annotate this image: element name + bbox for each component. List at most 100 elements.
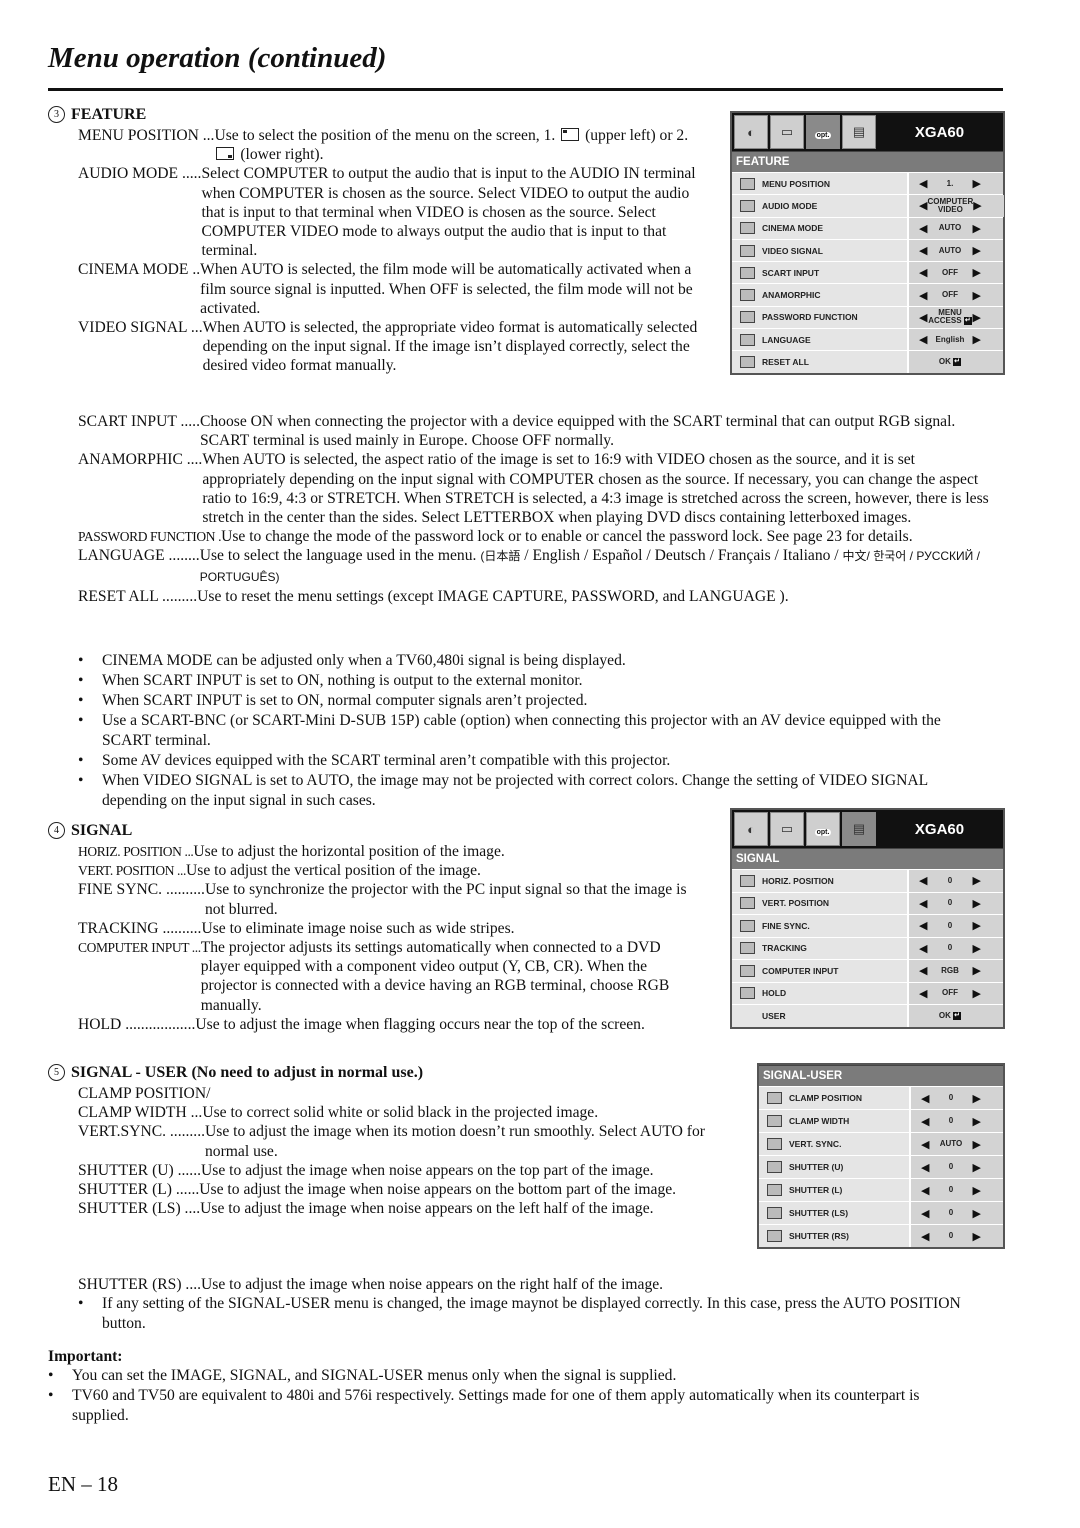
osd-row[interactable]: CLAMP WIDTH ◀ 0 ▶ bbox=[759, 1109, 1003, 1132]
arrow-right-icon[interactable]: ▶ bbox=[973, 1230, 981, 1243]
language-icon bbox=[732, 333, 762, 346]
feature-opt-tab[interactable]: opt. bbox=[806, 115, 840, 149]
arrow-right-icon[interactable]: ▶ bbox=[973, 311, 981, 324]
arrow-right-icon[interactable]: ▶ bbox=[973, 1184, 981, 1197]
osd-row-value: 0 bbox=[947, 875, 953, 885]
arrow-left-icon[interactable]: ◀ bbox=[919, 244, 927, 257]
arrow-left-icon[interactable]: ◀ bbox=[921, 1138, 929, 1151]
installation-tab[interactable]: ▭ bbox=[770, 812, 804, 846]
arrow-right-icon[interactable]: ▶ bbox=[973, 987, 981, 1000]
arrow-right-icon[interactable]: ▶ bbox=[973, 897, 981, 910]
osd-row[interactable]: SHUTTER (LS) ◀ 0 ▶ bbox=[759, 1201, 1003, 1224]
arrow-right-icon[interactable]: ▶ bbox=[973, 1138, 981, 1151]
shutter-lower-icon bbox=[759, 1184, 789, 1196]
arrow-left-icon[interactable]: ◀ bbox=[919, 222, 927, 235]
def-anamorphic: ANAMORPHIC .... When AUTO is selected, t… bbox=[78, 450, 998, 527]
osd-row[interactable]: TRACKING ◀ 0 ▶ bbox=[732, 936, 1003, 959]
osd-row[interactable]: PASSWORD FUNCTION ◀ MENU ACCESS ↵ ▶ bbox=[732, 305, 1003, 329]
osd-row[interactable]: SHUTTER (RS) ◀ 0 ▶ bbox=[759, 1224, 1003, 1247]
arrow-left-icon[interactable]: ◀ bbox=[919, 897, 927, 910]
arrow-left-icon[interactable]: ◀ bbox=[919, 289, 927, 302]
arrow-right-icon[interactable]: ▶ bbox=[973, 244, 981, 257]
arrow-left-icon[interactable]: ◀ bbox=[919, 987, 927, 1000]
arrow-right-icon[interactable]: ▶ bbox=[973, 333, 981, 346]
arrow-left-icon[interactable]: ◀ bbox=[919, 311, 927, 324]
osd-row[interactable]: HOLD ◀ OFF ▶ bbox=[732, 981, 1003, 1004]
osd-row[interactable]: LANGUAGE ◀ English ▶ bbox=[732, 328, 1003, 351]
arrow-right-icon[interactable]: ▶ bbox=[973, 964, 981, 977]
lower-right-position-icon bbox=[216, 147, 235, 161]
osd-row[interactable]: VERT. SYNC. ◀ AUTO ▶ bbox=[759, 1132, 1003, 1155]
arrow-right-icon[interactable]: ▶ bbox=[973, 1161, 981, 1174]
osd-row[interactable]: VIDEO SIGNAL ◀ AUTO ▶ bbox=[732, 238, 1003, 262]
arrow-left-icon[interactable]: ◀ bbox=[919, 177, 927, 190]
arrow-left-icon[interactable]: ◀ bbox=[921, 1161, 929, 1174]
term: VERT. POSITION ... bbox=[78, 863, 186, 879]
signal-tab[interactable]: ▤ bbox=[842, 115, 876, 149]
arrow-left-icon[interactable]: ◀ bbox=[919, 199, 927, 212]
arrow-left-icon[interactable]: ◀ bbox=[921, 1184, 929, 1197]
value-text: 0 bbox=[947, 943, 953, 953]
arrow-right-icon[interactable]: ▶ bbox=[973, 289, 981, 302]
def-clamp-position: CLAMP POSITION/ bbox=[78, 1084, 743, 1103]
osd-row-value: 0 bbox=[949, 1209, 953, 1217]
desc: Use to adjust the horizontal position of… bbox=[193, 843, 505, 860]
arrow-right-icon[interactable]: ▶ bbox=[973, 266, 981, 279]
value-text: 0 bbox=[948, 1162, 954, 1171]
signal-user-heading-text: SIGNAL - USER (No need to adjust in norm… bbox=[71, 1064, 424, 1081]
osd-row[interactable]: HORIZ. POSITION ◀ 0 ▶ bbox=[732, 869, 1003, 892]
osd-row-label: SCART INPUT bbox=[762, 267, 820, 278]
image-adjust-tab[interactable]: ◐ bbox=[734, 812, 768, 846]
osd-row[interactable]: VERT. POSITION ◀ 0 ▶ bbox=[732, 891, 1003, 914]
arrow-right-icon[interactable]: ▶ bbox=[973, 942, 981, 955]
osd-row[interactable]: USER OK ↵ bbox=[732, 1004, 1003, 1027]
arrow-left-icon[interactable]: ◀ bbox=[919, 266, 927, 279]
value-text: 0 bbox=[948, 1208, 954, 1217]
osd-row-value: MENU ACCESS ↵ bbox=[927, 309, 972, 326]
arrow-left-icon[interactable]: ◀ bbox=[921, 1092, 929, 1105]
desc-text: Use to select the language used in the m… bbox=[199, 547, 481, 565]
section-number: 3 bbox=[48, 106, 65, 123]
shutter-right-icon bbox=[759, 1230, 789, 1242]
installation-tab[interactable]: ▭ bbox=[770, 115, 804, 149]
arrow-right-icon[interactable]: ▶ bbox=[973, 1092, 981, 1105]
arrow-left-icon[interactable]: ◀ bbox=[919, 942, 927, 955]
osd-row[interactable]: SHUTTER (L) ◀ 0 ▶ bbox=[759, 1178, 1003, 1201]
arrow-left-icon[interactable]: ◀ bbox=[921, 1207, 929, 1220]
osd-row[interactable]: FINE SYNC. ◀ 0 ▶ bbox=[732, 914, 1003, 937]
feature-opt-tab[interactable]: opt. bbox=[806, 812, 840, 846]
value-text: 0 bbox=[947, 875, 953, 885]
def-tracking: TRACKING .......... Use to eliminate ima… bbox=[78, 919, 703, 938]
osd-row[interactable]: SHUTTER (U) ◀ 0 ▶ bbox=[759, 1155, 1003, 1178]
osd-row[interactable]: RESET ALL OK ↵ bbox=[732, 350, 1003, 373]
osd-row[interactable]: CINEMA MODE ◀ AUTO ▶ bbox=[732, 216, 1003, 239]
arrow-left-icon[interactable]: ◀ bbox=[919, 874, 927, 887]
def-video-signal: VIDEO SIGNAL ... When AUTO is selected, … bbox=[78, 318, 713, 376]
note: • If any setting of the SIGNAL-USER menu … bbox=[78, 1294, 978, 1334]
value-text: AUTO bbox=[939, 1139, 963, 1148]
arrow-left-icon[interactable]: ◀ bbox=[919, 333, 927, 346]
osd-row[interactable]: CLAMP POSITION ◀ 0 ▶ bbox=[759, 1086, 1003, 1109]
arrow-right-icon[interactable]: ▶ bbox=[973, 222, 981, 235]
arrow-right-icon[interactable]: ▶ bbox=[973, 1115, 981, 1128]
osd-row[interactable]: MENU POSITION ◀ 1. ▶ bbox=[732, 172, 1003, 195]
note-text: TV60 and TV50 are equivalent to 480i and… bbox=[72, 1387, 920, 1424]
arrow-left-icon[interactable]: ◀ bbox=[919, 919, 927, 932]
osd-row[interactable]: ANAMORPHIC ◀ OFF ▶ bbox=[732, 283, 1003, 306]
image-adjust-tab[interactable]: ◐ bbox=[734, 115, 768, 149]
arrow-right-icon[interactable]: ▶ bbox=[973, 874, 981, 887]
osd-row[interactable]: COMPUTER INPUT ◀ RGB ▶ bbox=[732, 959, 1003, 982]
arrow-right-icon[interactable]: ▶ bbox=[973, 919, 981, 932]
arrow-left-icon[interactable]: ◀ bbox=[919, 964, 927, 977]
arrow-left-icon[interactable]: ◀ bbox=[921, 1115, 929, 1128]
desc: Use to adjust the vertical position of t… bbox=[186, 862, 481, 880]
arrow-right-icon[interactable]: ▶ bbox=[973, 1207, 981, 1220]
arrow-right-icon[interactable]: ▶ bbox=[973, 199, 981, 212]
value-text: 0 bbox=[948, 1231, 954, 1240]
arrow-right-icon[interactable]: ▶ bbox=[973, 177, 981, 190]
video-signal-icon bbox=[732, 244, 762, 257]
arrow-left-icon[interactable]: ◀ bbox=[921, 1230, 929, 1243]
osd-row[interactable]: SCART INPUT ◀ OFF ▶ bbox=[732, 261, 1003, 284]
osd-row[interactable]: AUDIO MODE ◀ COMPUTER VIDEO ▶ bbox=[732, 194, 1004, 217]
signal-tab[interactable]: ▤ bbox=[842, 812, 876, 846]
